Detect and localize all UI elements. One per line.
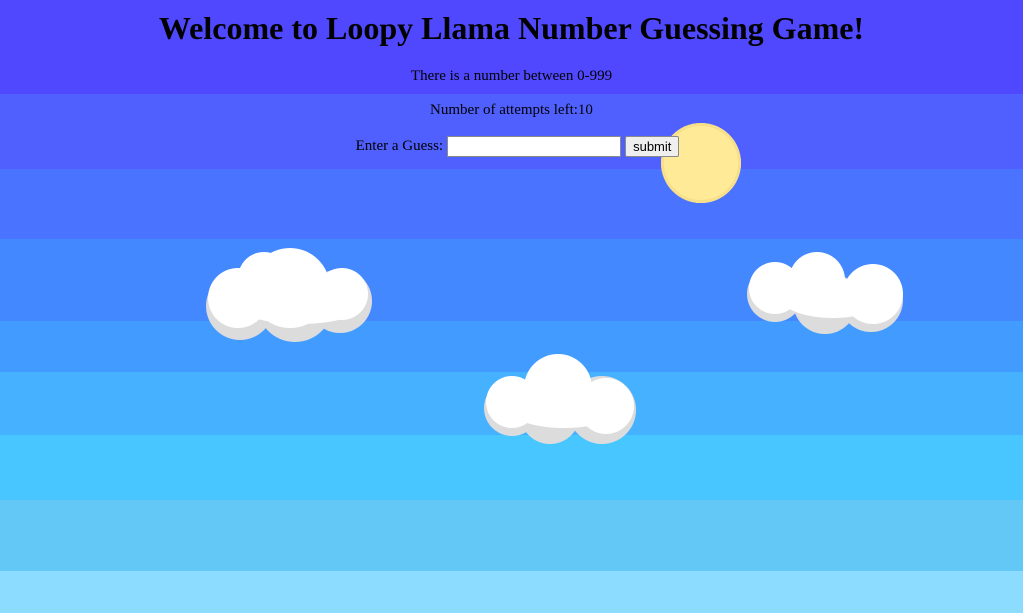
guess-input[interactable]: [447, 135, 622, 157]
game-panel: Welcome to Loopy Llama Number Guessing G…: [0, 0, 1023, 157]
page-title: Welcome to Loopy Llama Number Guessing G…: [158, 10, 865, 46]
range-text: There is a number between 0-999: [410, 68, 613, 84]
attempts-text: Number of attempts left:10: [430, 102, 593, 118]
sky-band: [0, 500, 1023, 571]
submit-button[interactable]: submit: [625, 135, 680, 157]
cloud-icon: [745, 250, 905, 340]
sky-band: [0, 571, 1023, 613]
guess-form: Enter a Guess: submit: [12, 135, 1023, 157]
sky-band: [0, 169, 1023, 239]
guess-label: Enter a Guess:: [355, 138, 444, 154]
cloud-icon: [200, 246, 376, 346]
cloud-icon: [482, 352, 640, 448]
